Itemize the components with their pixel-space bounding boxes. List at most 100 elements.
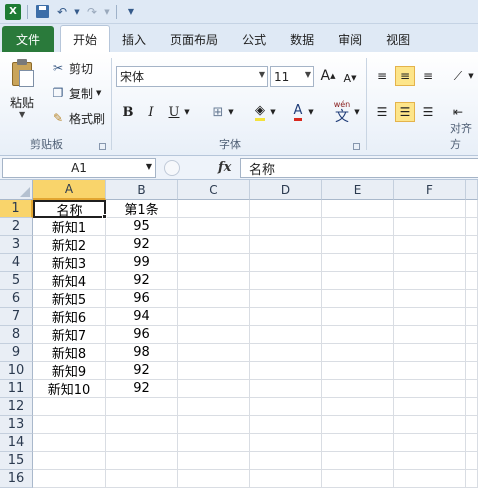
cell-f12[interactable] xyxy=(394,398,466,416)
cell-b3[interactable]: 92 xyxy=(106,236,178,254)
cell-f4[interactable] xyxy=(394,254,466,272)
cell-b16[interactable] xyxy=(106,470,178,488)
cell-d1[interactable] xyxy=(250,200,322,218)
cell-f3[interactable] xyxy=(394,236,466,254)
cell-partial[interactable] xyxy=(466,236,478,254)
cell-a12[interactable] xyxy=(33,398,106,416)
cell-c7[interactable] xyxy=(178,308,250,326)
cell-d13[interactable] xyxy=(250,416,322,434)
cut-button[interactable]: ✂ 剪切 xyxy=(50,58,93,78)
column-header-c[interactable]: C xyxy=(178,180,250,200)
cell-a5[interactable]: 新知4 xyxy=(33,272,106,290)
shrink-font-button[interactable]: A ▼ xyxy=(340,68,360,88)
cell-d2[interactable] xyxy=(250,218,322,236)
cell-f13[interactable] xyxy=(394,416,466,434)
cell-d11[interactable] xyxy=(250,380,322,398)
cell-b13[interactable] xyxy=(106,416,178,434)
cell-e12[interactable] xyxy=(322,398,394,416)
cell-b8[interactable]: 96 xyxy=(106,326,178,344)
align-top-icon[interactable]: ≡ xyxy=(372,66,392,86)
cell-partial[interactable] xyxy=(466,290,478,308)
row-header-10[interactable]: 10 xyxy=(0,362,33,380)
cell-b2[interactable]: 95 xyxy=(106,218,178,236)
cell-b12[interactable] xyxy=(106,398,178,416)
cell-c16[interactable] xyxy=(178,470,250,488)
tab-view[interactable]: 视图 xyxy=(374,26,422,52)
cell-d9[interactable] xyxy=(250,344,322,362)
cell-f7[interactable] xyxy=(394,308,466,326)
cell-f2[interactable] xyxy=(394,218,466,236)
tab-page-layout[interactable]: 页面布局 xyxy=(158,26,230,52)
cell-c1[interactable] xyxy=(178,200,250,218)
cell-e2[interactable] xyxy=(322,218,394,236)
cell-e15[interactable] xyxy=(322,452,394,470)
select-all-button[interactable] xyxy=(0,180,33,200)
column-header-f[interactable]: F xyxy=(394,180,466,200)
row-header-8[interactable]: 8 xyxy=(0,326,33,344)
grow-font-button[interactable]: A ▲ xyxy=(318,66,338,86)
decrease-indent-icon[interactable]: ⇤ xyxy=(448,102,468,122)
name-box-dropdown-icon[interactable]: ▼ xyxy=(146,162,152,171)
cell-f9[interactable] xyxy=(394,344,466,362)
cell-b14[interactable] xyxy=(106,434,178,452)
cell-a3[interactable]: 新知2 xyxy=(33,236,106,254)
cell-c4[interactable] xyxy=(178,254,250,272)
align-bottom-icon[interactable]: ≡ xyxy=(418,66,438,86)
cell-d3[interactable] xyxy=(250,236,322,254)
row-header-7[interactable]: 7 xyxy=(0,308,33,326)
cell-e13[interactable] xyxy=(322,416,394,434)
column-header-partial[interactable] xyxy=(466,180,478,200)
cell-c2[interactable] xyxy=(178,218,250,236)
phonetic-dropdown-icon[interactable]: ▼ xyxy=(352,102,362,122)
underline-dropdown-icon[interactable]: ▼ xyxy=(182,102,192,122)
cell-partial[interactable] xyxy=(466,452,478,470)
align-right-icon[interactable]: ☰ xyxy=(418,102,438,122)
tab-file[interactable]: 文件 xyxy=(2,26,55,52)
column-header-b[interactable]: B xyxy=(106,180,178,200)
cell-a11[interactable]: 新知10 xyxy=(33,380,106,398)
cell-c3[interactable] xyxy=(178,236,250,254)
cell-partial[interactable] xyxy=(466,398,478,416)
row-header-3[interactable]: 3 xyxy=(0,236,33,254)
cell-d16[interactable] xyxy=(250,470,322,488)
cell-b10[interactable]: 92 xyxy=(106,362,178,380)
cell-c15[interactable] xyxy=(178,452,250,470)
cell-d6[interactable] xyxy=(250,290,322,308)
row-header-15[interactable]: 15 xyxy=(0,452,33,470)
cell-d5[interactable] xyxy=(250,272,322,290)
row-header-11[interactable]: 11 xyxy=(0,380,33,398)
font-color-button[interactable]: A xyxy=(288,102,308,122)
cell-c9[interactable] xyxy=(178,344,250,362)
cell-d12[interactable] xyxy=(250,398,322,416)
cell-d15[interactable] xyxy=(250,452,322,470)
cell-e8[interactable] xyxy=(322,326,394,344)
cell-c10[interactable] xyxy=(178,362,250,380)
copy-dropdown-icon[interactable]: ▼ xyxy=(96,89,101,97)
cell-b11[interactable]: 92 xyxy=(106,380,178,398)
fill-color-dropdown-icon[interactable]: ▼ xyxy=(268,102,278,122)
cell-partial[interactable] xyxy=(466,362,478,380)
cell-partial[interactable] xyxy=(466,326,478,344)
customize-icon[interactable]: ▼ xyxy=(122,3,140,21)
name-box[interactable]: A1 ▼ xyxy=(2,158,156,178)
font-size-dropdown-icon[interactable]: ▼ xyxy=(305,70,311,79)
fill-color-icon[interactable]: ◈ xyxy=(250,102,270,122)
underline-button[interactable]: U xyxy=(164,102,184,122)
cell-e7[interactable] xyxy=(322,308,394,326)
row-header-9[interactable]: 9 xyxy=(0,344,33,362)
cell-partial[interactable] xyxy=(466,416,478,434)
cell-a16[interactable] xyxy=(33,470,106,488)
cell-e11[interactable] xyxy=(322,380,394,398)
cell-a14[interactable] xyxy=(33,434,106,452)
cell-e5[interactable] xyxy=(322,272,394,290)
cell-c8[interactable] xyxy=(178,326,250,344)
cell-partial[interactable] xyxy=(466,380,478,398)
copy-button[interactable]: ❐ 复制 ▼ xyxy=(50,83,102,103)
cell-partial[interactable] xyxy=(466,434,478,452)
insert-function-icon[interactable]: fx xyxy=(218,160,231,175)
cell-e9[interactable] xyxy=(322,344,394,362)
row-header-1[interactable]: 1 xyxy=(0,200,33,218)
cell-a7[interactable]: 新知6 xyxy=(33,308,106,326)
cell-d14[interactable] xyxy=(250,434,322,452)
cell-f6[interactable] xyxy=(394,290,466,308)
